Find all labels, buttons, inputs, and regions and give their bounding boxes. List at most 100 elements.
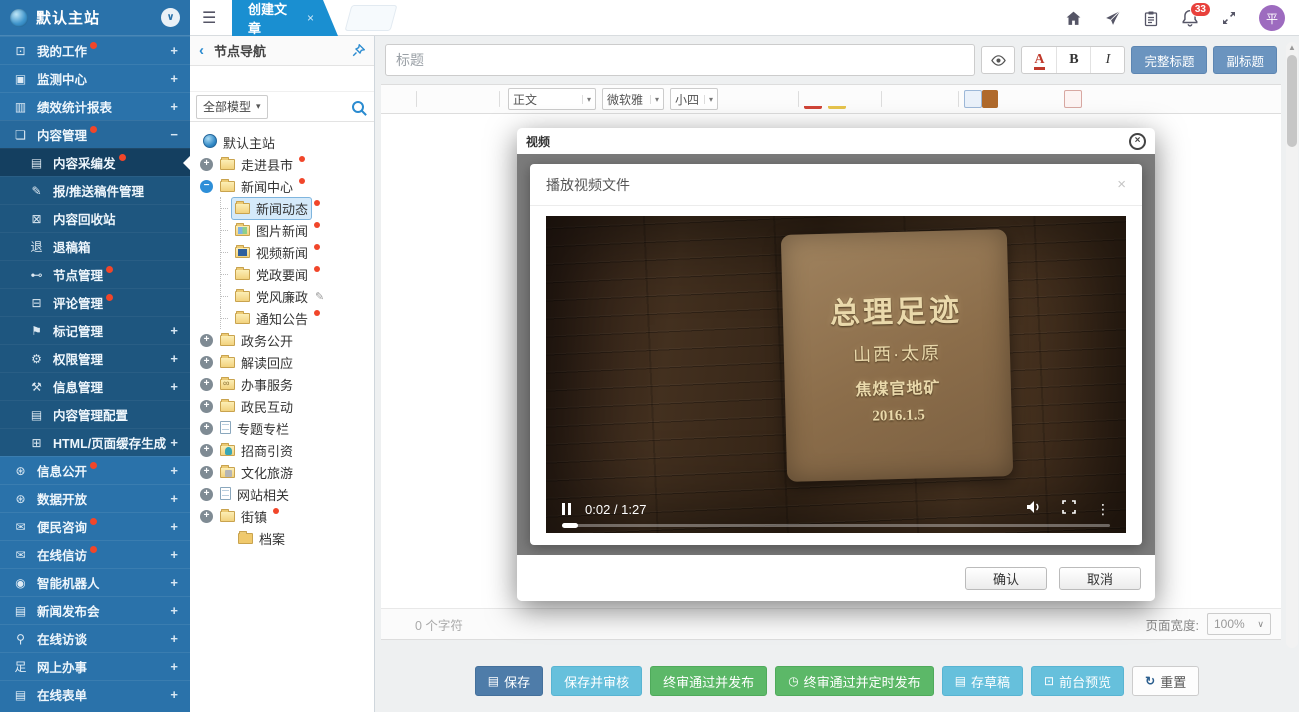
toolbar-icon[interactable] (844, 89, 852, 111)
action-button[interactable]: 终审通过并发布 (650, 666, 767, 696)
action-button[interactable]: ↻ 重置 (1132, 666, 1199, 696)
toolbar-icon[interactable] (921, 89, 929, 111)
sidebar-item[interactable]: ✉ 在线信访 + (0, 540, 190, 568)
sidebar-item[interactable]: ◉ 智能机器人 + (0, 568, 190, 596)
expand-indicator[interactable]: + (170, 659, 178, 674)
indent-icon[interactable] (887, 88, 905, 110)
sidebar-item[interactable]: ⊛ 信息公开 + (0, 456, 190, 484)
underline-icon[interactable] (757, 88, 775, 110)
tree-node[interactable]: + 政务公开 (194, 329, 370, 351)
tree-expander-icon[interactable]: + (200, 378, 213, 391)
page-width-select[interactable]: 100% ∨ (1207, 613, 1271, 635)
tree-node[interactable]: 档案 (194, 527, 370, 549)
expand-window-icon[interactable] (1221, 10, 1237, 26)
sidebar-item[interactable]: ⚑ 标记管理 + (0, 316, 190, 344)
tree-node[interactable]: + 文化旅游 (194, 461, 370, 483)
sidebar-item[interactable]: ⊟ 评论管理 (0, 288, 190, 316)
tree-node-body[interactable]: 新闻中心 (217, 176, 296, 197)
font-size-select[interactable]: 小四 ▾ (670, 88, 718, 110)
notifications-bell-icon[interactable]: 33 (1181, 9, 1199, 27)
sidebar-item[interactable]: ⚲ 在线访谈 + (0, 624, 190, 652)
expand-indicator[interactable]: + (170, 99, 178, 114)
title-preview-eye-button[interactable] (981, 46, 1015, 74)
sidebar-item[interactable]: ⚒ 信息管理 + (0, 372, 190, 400)
full-title-button[interactable]: 完整标题 (1131, 46, 1207, 74)
tree-node-body[interactable]: 解读回应 (217, 352, 296, 373)
tree-node-body[interactable]: 政务公开 (217, 330, 296, 351)
sidebar-collapse-button[interactable]: ∨ (161, 8, 180, 27)
vertical-scrollbar[interactable]: ▲ (1286, 42, 1298, 648)
sidebar-item[interactable]: ▤ 在线表单 + (0, 680, 190, 708)
tree-node[interactable]: − 新闻中心 (194, 175, 370, 197)
volume-icon[interactable] (1026, 500, 1042, 519)
tree-node-body[interactable]: 党风廉政 (232, 286, 311, 307)
toolbar-icon[interactable] (945, 89, 953, 111)
tree-node[interactable]: + 招商引资 (194, 439, 370, 461)
sidebar-item[interactable]: ▤ 内容管理配置 (0, 400, 190, 428)
toolbar-icon[interactable] (499, 91, 500, 107)
tree-node-body[interactable]: 党政要闻 (232, 264, 311, 285)
font-scale-icon[interactable] (1118, 88, 1136, 110)
tree-expander-icon[interactable]: + (200, 356, 213, 369)
tree-node-body[interactable]: 文化旅游 (217, 462, 296, 483)
tab-create-article[interactable]: 创建文章 × (232, 0, 338, 36)
tree-node-body[interactable]: 办事服务 (217, 374, 296, 395)
pin-icon[interactable] (352, 44, 365, 57)
tree-node[interactable]: + 政民互动 (194, 395, 370, 417)
clear-format-icon[interactable] (476, 88, 494, 110)
menu-toggle-icon[interactable]: ☰ (202, 8, 216, 28)
action-button[interactable]: 保存并审核 (551, 666, 642, 696)
kebab-menu-icon[interactable]: ⋮ (1096, 501, 1110, 518)
tree-expander-icon[interactable]: + (200, 158, 213, 171)
toolbar-icon[interactable] (1038, 89, 1046, 111)
sidebar-item[interactable]: 退 退稿箱 (0, 232, 190, 260)
paste-text-icon[interactable] (982, 90, 998, 108)
expand-indicator[interactable]: + (170, 351, 178, 366)
scroll-up-arrow[interactable]: ▲ (1286, 43, 1298, 52)
home-icon[interactable] (1065, 10, 1082, 27)
expand-indicator[interactable]: + (170, 547, 178, 562)
fullscreen-edit-icon[interactable] (1136, 88, 1154, 110)
confirm-button[interactable]: 确认 (965, 567, 1047, 590)
sub-title-button[interactable]: 副标题 (1213, 46, 1277, 74)
close-icon[interactable]: × (1117, 176, 1126, 193)
italic-icon[interactable] (739, 88, 757, 110)
tree-node[interactable]: + 网站相关 (194, 483, 370, 505)
tree-node-body[interactable]: 新闻动态 (232, 198, 311, 219)
tree-node[interactable]: 党政要闻 (194, 263, 370, 285)
toolbar-icon[interactable] (958, 91, 959, 107)
layout-icon[interactable] (1046, 88, 1064, 110)
action-button[interactable]: ▤ 存草稿 (942, 666, 1023, 696)
tree-node[interactable]: 党风廉政 ✎ (194, 285, 370, 307)
expand-indicator[interactable]: + (170, 379, 178, 394)
sidebar-item[interactable]: ❏ 内容管理 − (0, 120, 190, 148)
expand-indicator[interactable]: + (170, 631, 178, 646)
tree-expander-icon[interactable]: + (200, 510, 213, 523)
tree-node-body[interactable]: 走进县市 (217, 154, 296, 175)
scrollbar-thumb[interactable] (1287, 55, 1297, 147)
action-button[interactable]: ⊡ 前台预览 (1031, 666, 1124, 696)
tree-node-body[interactable]: 街镇 (217, 506, 270, 527)
expand-indicator[interactable]: + (170, 519, 178, 534)
expand-indicator[interactable]: − (170, 127, 178, 142)
tree-expander-icon[interactable]: − (200, 180, 213, 193)
tree-node-body[interactable]: 政民互动 (217, 396, 296, 417)
undo-icon[interactable] (422, 88, 440, 110)
tree-node[interactable]: 新闻动态 (194, 197, 370, 219)
tree-node-body[interactable]: 通知公告 (232, 308, 311, 329)
tree-expander-icon[interactable]: + (200, 400, 213, 413)
expand-indicator[interactable]: + (170, 463, 178, 478)
tree-node[interactable]: 图片新闻 (194, 219, 370, 241)
article-title-input[interactable] (385, 44, 975, 76)
action-button[interactable]: ◷ 终审通过并定时发布 (775, 666, 934, 696)
strikethrough-icon[interactable] (775, 88, 793, 110)
quick-send-icon[interactable] (1104, 10, 1121, 27)
fullscreen-icon[interactable] (1062, 500, 1076, 519)
paste-word-icon[interactable] (964, 90, 982, 108)
pause-button[interactable] (562, 503, 571, 515)
sidebar-item[interactable]: ▣ 监测中心 + (0, 64, 190, 92)
tree-node-body[interactable]: 招商引资 (217, 440, 296, 461)
title-bold-button[interactable]: B (1056, 47, 1090, 73)
tab-close-icon[interactable]: × (307, 11, 314, 25)
search-replace-icon[interactable] (1100, 88, 1118, 110)
